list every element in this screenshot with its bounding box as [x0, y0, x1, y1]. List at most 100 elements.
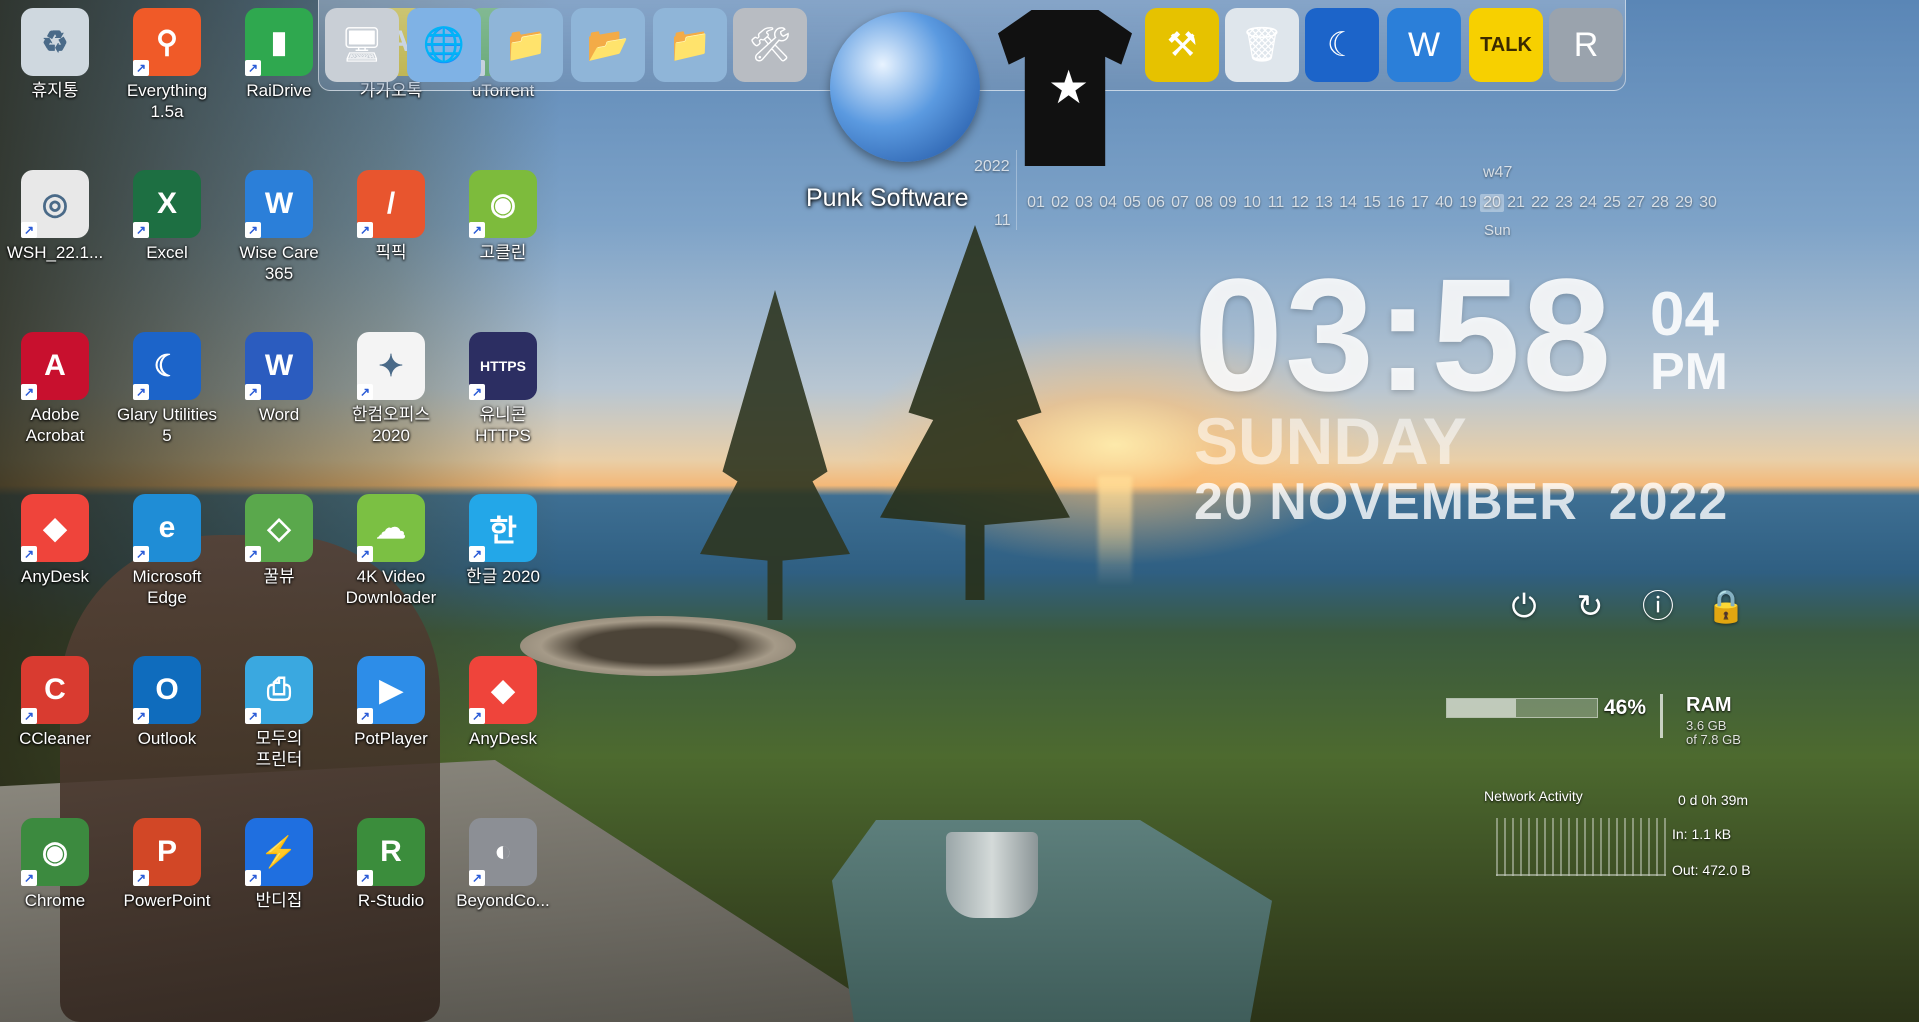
shortcut-arrow-icon: ↗	[133, 222, 149, 238]
network-activity-title: Network Activity	[1484, 788, 1583, 804]
desktop-icon[interactable]: ◉ ↗ 고클린	[448, 170, 558, 263]
desktop-icon-label: 꿀뷰	[263, 567, 295, 586]
glary-icon[interactable]: ☾	[1305, 8, 1379, 82]
search-magnifier-icon: ⚲ ↗	[133, 8, 201, 76]
desktop-icon-label: Wise Care 365	[239, 243, 319, 283]
desktop-icon-label: Word	[258, 405, 300, 424]
desktop-icon[interactable]: e ↗ Microsoft Edge	[112, 494, 222, 608]
restart-icon[interactable]: ↻	[1570, 586, 1610, 626]
desktop-icon-label: Excel	[146, 243, 188, 262]
desktop-icon[interactable]: ☁ ↗ 4K Video Downloader	[336, 494, 446, 608]
anydesk-icon: ◆ ↗	[469, 656, 537, 724]
calendar-day: 01	[1027, 194, 1045, 211]
hammer-tools-icon[interactable]: ⚒	[1145, 8, 1219, 82]
desktop-icon[interactable]: ☾ ↗ Glary Utilities 5	[112, 332, 222, 446]
network-globe-icon[interactable]: 🌐	[407, 8, 481, 82]
desktop-icon[interactable]: ✦ ↗ 한컴오피스 2020	[336, 332, 446, 446]
power-icon[interactable]: ⏻	[1504, 586, 1544, 626]
desktop-icon[interactable]: ⚲ ↗ Everything 1.5a	[112, 8, 222, 122]
calendar-day: 16	[1387, 194, 1405, 211]
shortcut-arrow-icon: ↗	[469, 384, 485, 400]
desktop-icon-label: 휴지통	[31, 81, 79, 100]
desktop-icon[interactable]: / ↗ 픽픽	[336, 170, 446, 263]
wallpaper-table	[832, 820, 1272, 1022]
recycle-bin-icon[interactable]: 🗑	[1225, 8, 1299, 82]
shortcut-arrow-icon: ↗	[133, 870, 149, 886]
desktop-icon-label: 모두의 프린터	[255, 729, 303, 769]
calendar-day: 22	[1531, 194, 1549, 211]
desktop-icon[interactable]: ◇ ↗ 꿀뷰	[224, 494, 334, 587]
desktop-icon-label: Adobe Acrobat	[25, 405, 85, 445]
desktop-icon[interactable]: ◐ ↗ BeyondCo...	[448, 818, 558, 911]
network-activity-graph	[1496, 818, 1666, 876]
calendar-day-abbr: Sun	[1484, 222, 1511, 239]
calendar-day: 40	[1435, 194, 1453, 211]
clock-date: 20 NOVEMBER 2022	[1194, 473, 1729, 531]
desktop-icon[interactable]: ▶ ↗ PotPlayer	[336, 656, 446, 749]
folder-icon[interactable]: 📁	[489, 8, 563, 82]
calendar-day: 25	[1603, 194, 1621, 211]
recycle-bin-icon: ♻	[21, 8, 89, 76]
calendar-day: 28	[1651, 194, 1669, 211]
desktop-icon-label: AnyDesk	[468, 729, 538, 748]
desktop-icon[interactable]: ⚡ ↗ 반디집	[224, 818, 334, 911]
desktop-icon[interactable]: ◉ ↗ Chrome	[0, 818, 110, 911]
desktop-icon[interactable]: W ↗ Wise Care 365	[224, 170, 334, 284]
lock-icon[interactable]: 🔒	[1706, 586, 1746, 626]
desktop-icon-label: RaiDrive	[246, 81, 312, 100]
calendar-day: 17	[1411, 194, 1429, 211]
tools-icon[interactable]: 🛠	[733, 8, 807, 82]
desktop-icon[interactable]: X ↗ Excel	[112, 170, 222, 263]
desktop-icon[interactable]: W ↗ Word	[224, 332, 334, 425]
computer-icon[interactable]: 🖥	[325, 8, 399, 82]
desktop-icon[interactable]: ♻ 휴지통	[0, 8, 110, 101]
edge-icon: e ↗	[133, 494, 201, 562]
powerpoint-icon: P ↗	[133, 818, 201, 886]
folder-icon-2[interactable]: 📁	[653, 8, 727, 82]
kakaotalk-icon[interactable]: TALK	[1469, 8, 1543, 82]
desktop-icon[interactable]: C ↗ CCleaner	[0, 656, 110, 749]
desktop-icon-label: R-Studio	[357, 891, 425, 910]
desktop-icon[interactable]: A ↗ Adobe Acrobat	[0, 332, 110, 446]
desktop-icon[interactable]: 한 ↗ 한글 2020	[448, 494, 558, 587]
calendar-day: 05	[1123, 194, 1141, 211]
calendar-day: 03	[1075, 194, 1093, 211]
calendar-days: 01 02 03 04 05 06 07 08 09 10 11 12 13 14 15 16 17 40 19 20…	[1024, 194, 1720, 212]
desktop-icon[interactable]: HTTPS ↗ 유니콘 HTTPS	[448, 332, 558, 446]
calendar-day: 13	[1315, 194, 1333, 211]
calendar-day: 02	[1051, 194, 1069, 211]
wise-care-icon[interactable]: W	[1387, 8, 1461, 82]
clock-day: SUNDAY	[1194, 404, 1467, 478]
shortcut-arrow-icon: ↗	[21, 222, 37, 238]
r-studio-icon[interactable]: R	[1549, 8, 1623, 82]
desktop-icon[interactable]: P ↗ PowerPoint	[112, 818, 222, 911]
calendar-day: 23	[1555, 194, 1573, 211]
punk-globe-icon[interactable]	[830, 12, 980, 162]
calendar-day: 08	[1195, 194, 1213, 211]
network-in: In: 1.1 kB	[1672, 826, 1732, 842]
desktop-icon[interactable]: ◆ ↗ AnyDesk	[0, 494, 110, 587]
clock-seconds: 04	[1650, 280, 1719, 349]
acrobat-icon: A ↗	[21, 332, 89, 400]
network-folder-icon[interactable]: 📂	[571, 8, 645, 82]
shortcut-arrow-icon: ↗	[469, 870, 485, 886]
ram-label: RAM	[1686, 694, 1732, 716]
desktop-icon[interactable]: R ↗ R-Studio	[336, 818, 446, 911]
shortcut-arrow-icon: ↗	[357, 708, 373, 724]
shortcut-arrow-icon: ↗	[469, 708, 485, 724]
desktop-icon[interactable]: ⎙ ↗ 모두의 프린터	[224, 656, 334, 770]
desktop-icon[interactable]: ◎ ↗ WSH_22.1...	[0, 170, 110, 263]
clock-time: 03:58	[1194, 245, 1614, 424]
unicorn-https-icon: HTTPS ↗	[469, 332, 537, 400]
desktop-icon-label: PotPlayer	[354, 729, 428, 748]
desktop-icon[interactable]: ◆ ↗ AnyDesk	[448, 656, 558, 749]
ram-used: 3.6 GB	[1686, 718, 1727, 733]
logoff-icon[interactable]: ⓘ	[1638, 586, 1678, 626]
clock-ampm: PM	[1650, 343, 1728, 401]
calendar-month: 11	[994, 212, 1011, 229]
desktop-icon[interactable]: O ↗ Outlook	[112, 656, 222, 749]
calendar-week: w47	[1483, 164, 1513, 181]
shortcut-arrow-icon: ↗	[357, 870, 373, 886]
desktop-icon-label: 반디집	[255, 891, 303, 910]
desktop-icon-label: Chrome	[24, 891, 86, 910]
